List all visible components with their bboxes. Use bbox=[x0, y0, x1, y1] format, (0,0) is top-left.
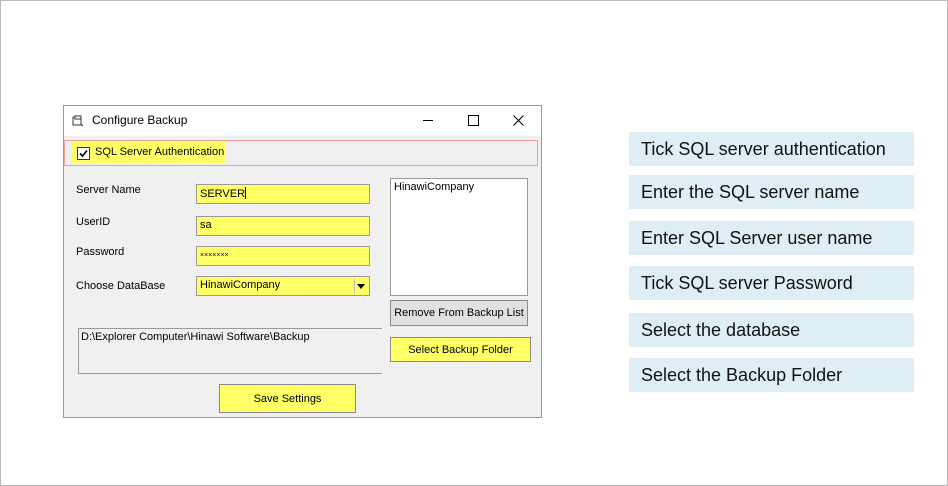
step-card: Tick SQL server Password bbox=[629, 266, 914, 300]
remove-from-backup-list-button[interactable]: Remove From Backup List bbox=[390, 300, 528, 326]
window-body: SQL Server Authentication Server Name SE… bbox=[64, 136, 541, 418]
configure-backup-window: Configure Backup SQL Server Authenticati… bbox=[63, 105, 542, 418]
backup-list[interactable]: HinawiCompany bbox=[390, 178, 528, 296]
database-label: Choose DataBase bbox=[76, 280, 166, 292]
text-cursor bbox=[245, 187, 247, 199]
backup-path-text: D:\Explorer Computer\Hinawi Software\Bac… bbox=[81, 331, 310, 343]
dropdown-button[interactable] bbox=[354, 279, 367, 293]
title-bar: Configure Backup bbox=[64, 106, 541, 136]
userid-value: sa bbox=[200, 219, 212, 231]
password-value: ××××××× bbox=[200, 252, 229, 259]
checkmark-icon bbox=[79, 149, 88, 158]
server-name-value: SERVER bbox=[200, 188, 246, 200]
password-label: Password bbox=[76, 246, 125, 258]
sql-auth-label[interactable]: SQL Server Authentication bbox=[95, 146, 224, 158]
chevron-down-icon bbox=[357, 283, 365, 289]
minimize-button[interactable] bbox=[406, 106, 450, 134]
maximize-button[interactable] bbox=[451, 106, 495, 134]
step-card: Tick SQL server authentication bbox=[629, 132, 914, 166]
step-card: Select the Backup Folder bbox=[629, 358, 914, 392]
password-input[interactable]: ××××××× bbox=[196, 246, 370, 266]
userid-label: UserID bbox=[76, 216, 111, 228]
backup-path-box: D:\Explorer Computer\Hinawi Software\Bac… bbox=[78, 328, 382, 374]
database-select[interactable]: HinawiCompany bbox=[196, 276, 370, 296]
close-icon bbox=[512, 114, 524, 126]
sql-auth-group: SQL Server Authentication bbox=[64, 140, 538, 166]
maximize-icon bbox=[467, 114, 479, 126]
database-value: HinawiCompany bbox=[200, 279, 281, 291]
select-backup-folder-button[interactable]: Select Backup Folder bbox=[390, 337, 531, 362]
userid-input[interactable]: sa bbox=[196, 216, 370, 236]
step-card: Enter SQL Server user name bbox=[629, 221, 914, 255]
step-card: Select the database bbox=[629, 313, 914, 347]
sql-auth-checkbox[interactable] bbox=[77, 147, 90, 160]
server-name-input[interactable]: SERVER bbox=[196, 184, 370, 204]
server-name-label: Server Name bbox=[76, 184, 141, 196]
close-button[interactable] bbox=[496, 106, 540, 134]
minimize-icon bbox=[423, 119, 433, 121]
window-title: Configure Backup bbox=[92, 113, 188, 127]
step-card: Enter the SQL server name bbox=[629, 175, 914, 209]
app-icon bbox=[72, 114, 84, 127]
list-item[interactable]: HinawiCompany bbox=[394, 181, 524, 193]
save-settings-button[interactable]: Save Settings bbox=[219, 384, 356, 413]
